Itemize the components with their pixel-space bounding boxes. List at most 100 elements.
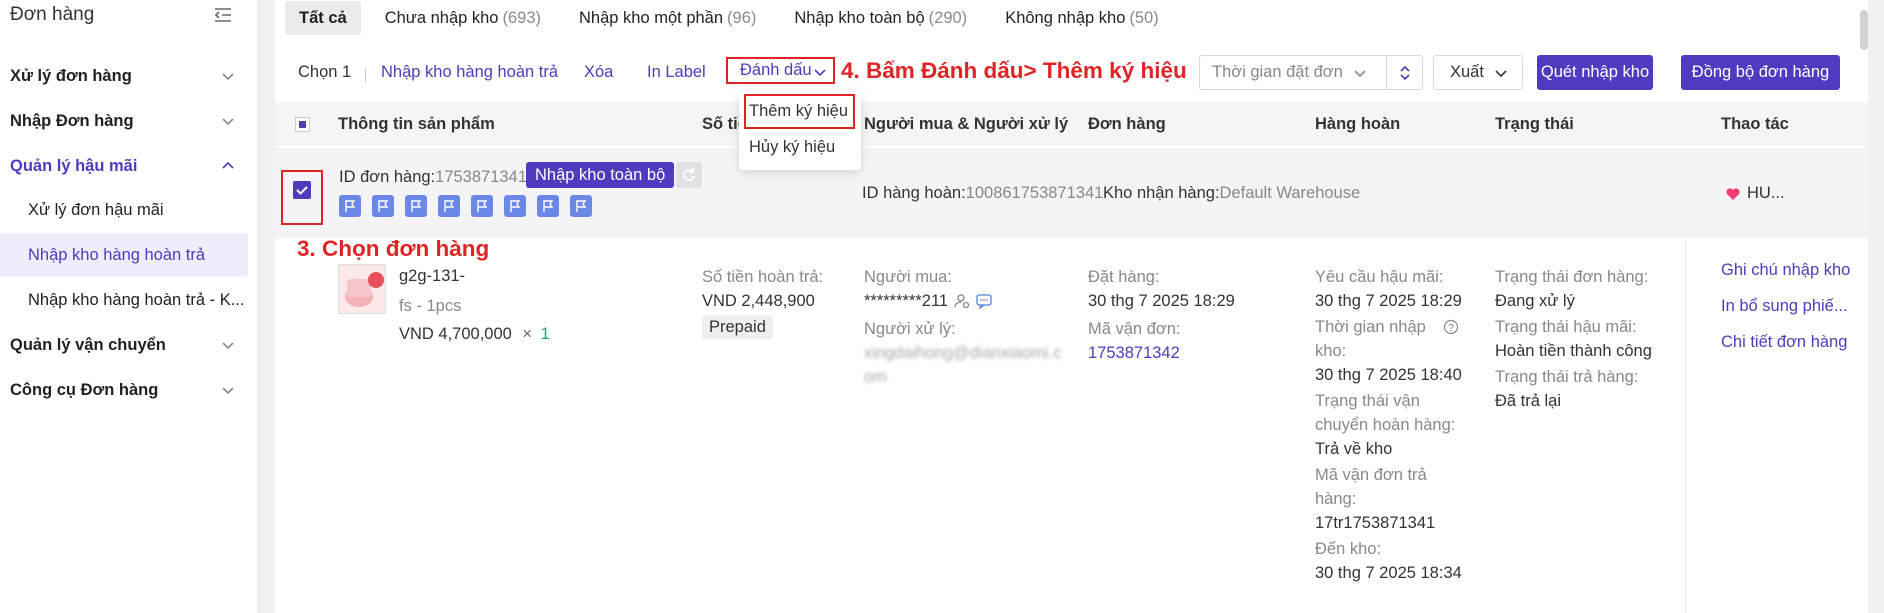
scan-stock-in-button[interactable]: Quét nhập kho (1537, 55, 1653, 90)
refund-label: Số tiền hoàn trả: (702, 268, 824, 286)
return-status-value: Đã trả lại (1495, 392, 1562, 410)
tracking-link[interactable]: 1753871342 (1088, 341, 1235, 365)
sidebar-title: Đơn hàng (10, 4, 95, 25)
order-info: Đặt hàng: 30 thg 7 2025 18:29 Mã vận đơn… (1088, 265, 1235, 365)
handler-value: xingdaihong@dianxiaomi.c (864, 344, 1062, 362)
sync-orders-button[interactable]: Đồng bộ đơn hàng (1681, 55, 1840, 90)
chevron-down-icon (222, 73, 234, 81)
flag-icon[interactable] (372, 195, 394, 217)
annotation-step-3: 3. Chọn đơn hàng (297, 236, 490, 261)
tab-nhap-kho-mot-phan[interactable]: Nhập kho một phần (96) (565, 1, 770, 35)
operation-links: Ghi chú nhập kho In bổ sung phiế... Chi … (1721, 252, 1850, 360)
col-status: Trạng thái (1495, 115, 1574, 133)
tab-label: Không nhập kho (1005, 8, 1126, 27)
row-checkbox[interactable] (293, 181, 311, 199)
sidebar-item-xu-ly-don-hang[interactable]: Xử lý đơn hàng (0, 54, 248, 98)
buyer-row: *********211 (864, 289, 1061, 313)
sort-toggle[interactable] (1386, 56, 1422, 89)
tab-tat-ca[interactable]: Tất cả (285, 1, 361, 35)
flag-icon[interactable] (504, 195, 526, 217)
chevron-down-icon (222, 118, 234, 126)
product-thumbnail[interactable] (338, 264, 386, 314)
tab-chua-nhap-kho[interactable]: Chưa nhập kho (693) (371, 1, 555, 35)
column-divider (1685, 238, 1686, 613)
col-buyer-handler: Người mua & Người xử lý (864, 115, 1069, 133)
refund-info: Số tiền hoàn trả: VND 2,448,900 Prepaid (702, 265, 823, 339)
flag-icon[interactable] (339, 195, 361, 217)
col-order: Đơn hàng (1088, 115, 1166, 133)
stockin-time-value: 30 thg 7 2025 18:40 (1315, 366, 1462, 384)
return-id-label: ID hàng hoàn: (862, 184, 966, 202)
tab-nhap-kho-toan-bo[interactable]: Nhập kho toàn bộ (290) (780, 1, 981, 35)
check-icon (296, 186, 308, 195)
chevron-up-icon (222, 161, 234, 169)
export-label: Xuất (1450, 63, 1484, 81)
scrollbar[interactable] (1860, 10, 1868, 50)
flag-icon[interactable] (405, 195, 427, 217)
collapse-menu-icon[interactable] (213, 6, 233, 24)
order-id-value: 1753871341 (435, 168, 527, 186)
sidebar-subitem-nhap-kho-hang-hoan-tra[interactable]: Nhập kho hàng hoàn trả (0, 233, 248, 277)
return-id-value: 100861753871341 (965, 184, 1104, 202)
sidebar-item-nhap-don-hang[interactable]: Nhập Đơn hàng (0, 99, 248, 143)
order-date-label: Đặt hàng: (1088, 268, 1160, 286)
flag-icon[interactable] (537, 195, 559, 217)
return-ship-status-value: Trả về kho (1315, 440, 1393, 458)
mark-dropdown-button[interactable]: Đánh dấu (726, 57, 835, 84)
print-label-button[interactable]: In Label (647, 63, 706, 82)
tab-count: (290) (928, 8, 968, 27)
qty-multiply: × (522, 325, 533, 343)
tab-label: Chưa nhập kho (384, 8, 499, 27)
user-settings-icon[interactable] (954, 293, 970, 309)
sidebar-item-quan-ly-hau-mai[interactable]: Quản lý hậu mãi (0, 144, 248, 188)
flag-icon[interactable] (438, 195, 460, 217)
menu-item-remove-mark[interactable]: Hủy ký hiệu (749, 138, 835, 157)
product-variant: fs - 1pcs (399, 297, 462, 315)
delete-button[interactable]: Xóa (584, 63, 613, 82)
return-tracking-label-2: hàng: (1315, 490, 1357, 508)
flag-icon[interactable] (471, 195, 493, 217)
status-info: Trạng thái đơn hàng: Đang xử lý Trạng th… (1495, 265, 1652, 413)
help-icon[interactable]: ? (1443, 319, 1459, 335)
aftersale-req-label: Yêu cầu hậu mãi: (1315, 268, 1444, 286)
supplement-print-link[interactable]: In bổ sung phiế... (1721, 288, 1850, 324)
sidebar-item-label: Công cụ Đơn hàng (10, 380, 159, 399)
return-tracking-value: 17tr1753871341 (1315, 514, 1436, 532)
col-returned: Hàng hoàn (1315, 115, 1401, 133)
tab-label: Nhập kho toàn bộ (794, 8, 925, 27)
buyer-info: Người mua: *********211 Người xử lý: xin… (864, 265, 1061, 389)
flag-icon[interactable] (570, 195, 592, 217)
tab-khong-nhap-kho[interactable]: Không nhập kho (50) (991, 1, 1173, 35)
chat-icon[interactable] (976, 293, 992, 309)
return-stock-in-button[interactable]: Nhập kho hàng hoàn trả (381, 63, 558, 82)
sidebar-item-label: Quản lý hậu mãi (10, 156, 138, 175)
shop-name: HU... (1725, 184, 1785, 203)
order-detail-link[interactable]: Chi tiết đơn hàng (1721, 324, 1850, 360)
sidebar-item-cong-cu-don-hang[interactable]: Công cụ Đơn hàng (0, 368, 248, 412)
refresh-icon[interactable] (676, 162, 702, 188)
sidebar-item-label: Xử lý đơn hàng (10, 66, 132, 85)
aftersale-status-value: Hoàn tiền thành công (1495, 342, 1652, 360)
order-id: ID đơn hàng:1753871341 (339, 168, 527, 187)
sidebar-subitem-xu-ly-don-hau-mai[interactable]: Xử lý đơn hậu mãi (0, 188, 248, 232)
stockin-time-label-2: kho: (1315, 342, 1347, 360)
annotation-step-4: 4. Bấm Đánh dấu> Thêm ký hiệu (841, 58, 1187, 83)
date-filter-select[interactable]: Thời gian đặt đơn (1199, 55, 1423, 90)
tracking-label: Mã vận đơn: (1088, 320, 1181, 338)
col-product: Thông tin sản phẩm (338, 115, 495, 133)
tab-count: (96) (727, 8, 757, 27)
stock-in-note-link[interactable]: Ghi chú nhập kho (1721, 252, 1850, 288)
date-filter-label: Thời gian đặt đơn (1212, 63, 1343, 81)
tab-label: Nhập kho một phần (579, 8, 724, 27)
sort-icon (1399, 65, 1410, 80)
export-dropdown[interactable]: Xuất (1433, 55, 1523, 90)
order-id-label: ID đơn hàng: (339, 168, 436, 186)
select-all-checkbox[interactable] (295, 117, 310, 132)
sidebar-subitem-nhap-kho-hang-hoan-tra-k[interactable]: Nhập kho hàng hoàn trả - K... (0, 278, 248, 322)
svg-text:?: ? (1448, 323, 1454, 334)
payment-tag: Prepaid (702, 315, 773, 339)
aftersale-status-label: Trạng thái hậu mãi: (1495, 318, 1637, 336)
sidebar-item-label: Quản lý vận chuyển (10, 335, 166, 354)
sidebar: Đơn hàng Xử lý đơn hàng Nhập Đơn hàng Qu… (0, 0, 258, 613)
sidebar-item-quan-ly-van-chuyen[interactable]: Quản lý vận chuyển (0, 323, 248, 367)
